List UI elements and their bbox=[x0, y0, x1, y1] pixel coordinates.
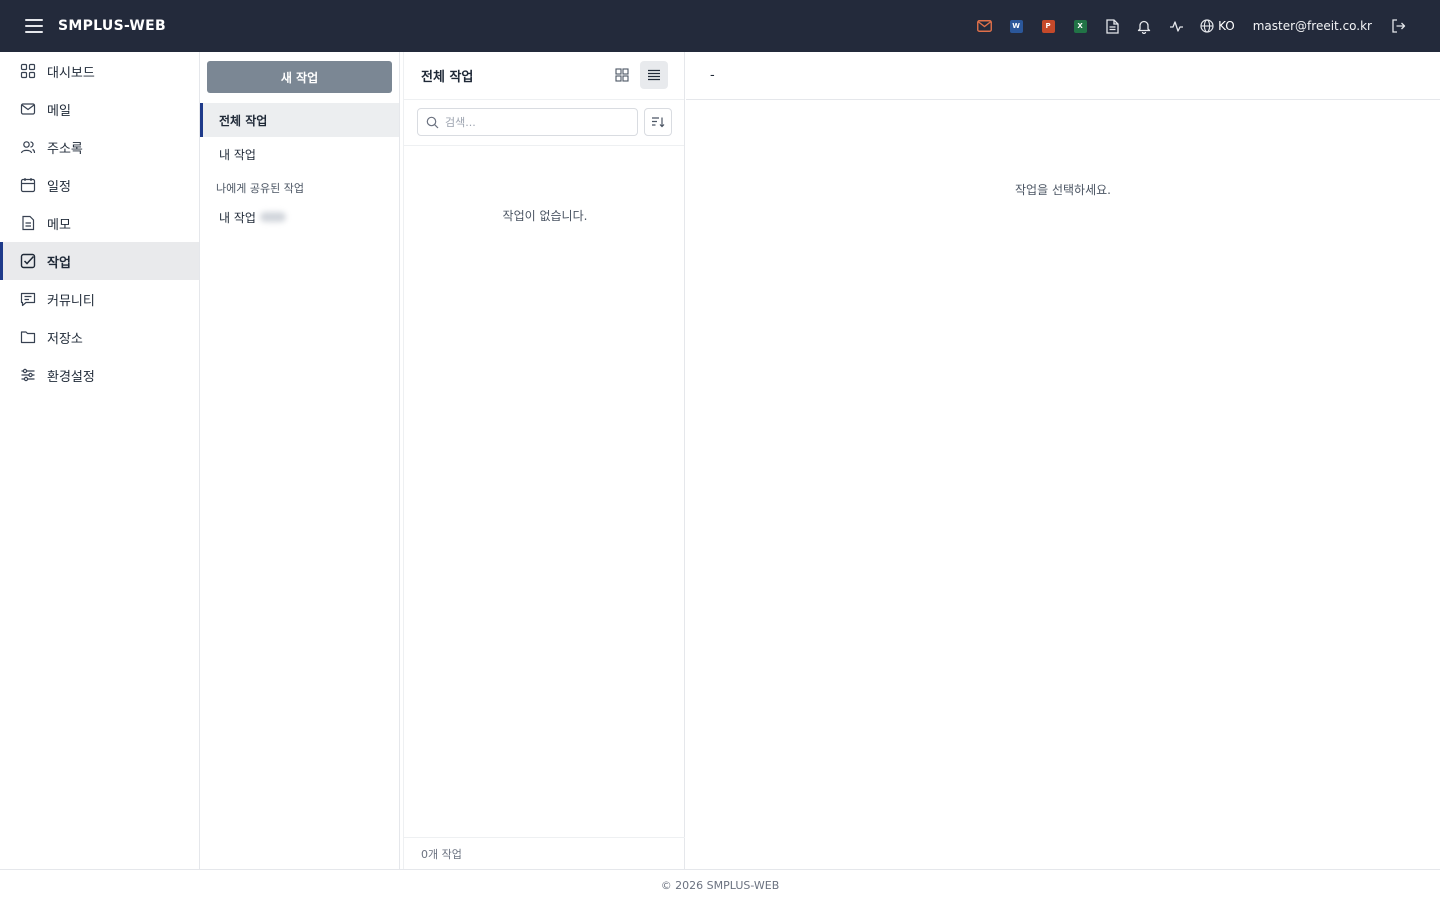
search-input[interactable] bbox=[445, 115, 625, 129]
empty-task-message: 작업이 없습니다. bbox=[502, 209, 588, 223]
blurred-owner-name bbox=[259, 212, 286, 222]
task-detail-title: - bbox=[686, 52, 1440, 100]
user-email[interactable]: master@freeit.co.kr bbox=[1253, 19, 1372, 33]
language-code: KO bbox=[1218, 19, 1235, 33]
task-icon bbox=[20, 253, 36, 269]
sidebar-item-label: 저장소 bbox=[47, 331, 83, 347]
calendar-icon bbox=[20, 178, 36, 193]
sidebar-item-community[interactable]: 커뮤니티 bbox=[0, 280, 199, 318]
sidebar-item-label: 환경설정 bbox=[47, 369, 95, 385]
list-view-button[interactable] bbox=[640, 61, 668, 89]
sidebar-item-label: 작업 bbox=[47, 255, 71, 271]
settings-sliders-icon bbox=[21, 368, 35, 382]
folder-icon bbox=[20, 331, 36, 344]
mail-icon[interactable] bbox=[968, 10, 1000, 42]
sidebar-item-calendar[interactable]: 일정 bbox=[0, 166, 199, 204]
task-list-title: 전체 작업 bbox=[421, 70, 474, 85]
sidebar-item-label: 일정 bbox=[47, 179, 71, 195]
topbar-actions: W P X KO master@freeit.co.kr bbox=[968, 0, 1440, 52]
sort-icon bbox=[652, 117, 665, 128]
shared-item-label: 내 작업 bbox=[219, 210, 256, 225]
globe-icon bbox=[1200, 19, 1214, 33]
shared-section-title: 나에게 공유된 작업 bbox=[216, 182, 304, 195]
sidebar: 대시보드 메일 주소록 일정 메모 작업 커뮤니티 저장소 환경설정 bbox=[0, 52, 200, 869]
sidebar-item-label: 대시보드 bbox=[47, 65, 95, 81]
sidebar-item-mail[interactable]: 메일 bbox=[0, 90, 199, 128]
activity-icon[interactable] bbox=[1160, 10, 1192, 42]
sidebar-item-memo[interactable]: 메모 bbox=[0, 204, 199, 242]
task-count: 0개 작업 bbox=[404, 837, 685, 869]
search-row bbox=[404, 100, 684, 146]
new-task-button[interactable]: 새 작업 bbox=[207, 61, 392, 93]
search-box bbox=[417, 108, 638, 136]
sidebar-item-label: 주소록 bbox=[47, 141, 83, 157]
task-filter-panel: 새 작업 전체 작업 내 작업 나에게 공유된 작업 내 작업 bbox=[200, 52, 400, 869]
sidebar-item-tasks[interactable]: 작업 bbox=[0, 242, 199, 280]
memo-icon bbox=[22, 215, 35, 231]
sidebar-item-label: 메일 bbox=[47, 103, 71, 119]
menu-toggle-icon[interactable] bbox=[25, 19, 43, 33]
grid-view-button[interactable] bbox=[608, 61, 636, 89]
document-icon[interactable] bbox=[1096, 10, 1128, 42]
sidebar-item-contacts[interactable]: 주소록 bbox=[0, 128, 199, 166]
powerpoint-icon[interactable]: P bbox=[1032, 10, 1064, 42]
sort-button[interactable] bbox=[644, 108, 672, 136]
search-icon bbox=[426, 116, 439, 128]
select-task-message: 작업을 선택하세요. bbox=[1015, 183, 1111, 197]
bell-icon[interactable] bbox=[1128, 10, 1160, 42]
view-toggle bbox=[608, 61, 668, 89]
sidebar-item-label: 커뮤니티 bbox=[47, 293, 95, 309]
community-icon bbox=[20, 292, 36, 307]
filter-my-tasks[interactable]: 내 작업 bbox=[200, 137, 399, 171]
dashboard-icon bbox=[20, 63, 36, 79]
sidebar-item-storage[interactable]: 저장소 bbox=[0, 318, 199, 356]
task-detail-panel: - 작업을 선택하세요. bbox=[686, 52, 1440, 869]
excel-icon[interactable]: X bbox=[1064, 10, 1096, 42]
contacts-icon bbox=[20, 141, 36, 154]
task-list-header: 전체 작업 bbox=[404, 52, 684, 100]
sidebar-item-dashboard[interactable]: 대시보드 bbox=[0, 52, 199, 90]
sidebar-item-label: 메모 bbox=[47, 217, 71, 233]
filter-all-tasks[interactable]: 전체 작업 bbox=[200, 103, 399, 137]
mail-icon bbox=[20, 103, 36, 115]
logout-icon[interactable] bbox=[1382, 10, 1414, 42]
shared-my-tasks[interactable]: 내 작업 bbox=[200, 200, 399, 234]
list-icon bbox=[648, 69, 660, 81]
app-title[interactable]: SMPLUS-WEB bbox=[58, 18, 166, 34]
task-list-panel: 전체 작업 작업이 없습니다. 0개 작업 bbox=[403, 52, 685, 869]
word-icon[interactable]: W bbox=[1000, 10, 1032, 42]
grid-icon bbox=[615, 68, 629, 82]
page-footer: © 2026 SMPLUS-WEB bbox=[0, 869, 1440, 900]
top-bar: SMPLUS-WEB W P X KO master@freeit.co.kr bbox=[0, 0, 1440, 52]
sidebar-item-settings[interactable]: 환경설정 bbox=[0, 356, 199, 394]
language-selector[interactable]: KO bbox=[1200, 19, 1235, 33]
